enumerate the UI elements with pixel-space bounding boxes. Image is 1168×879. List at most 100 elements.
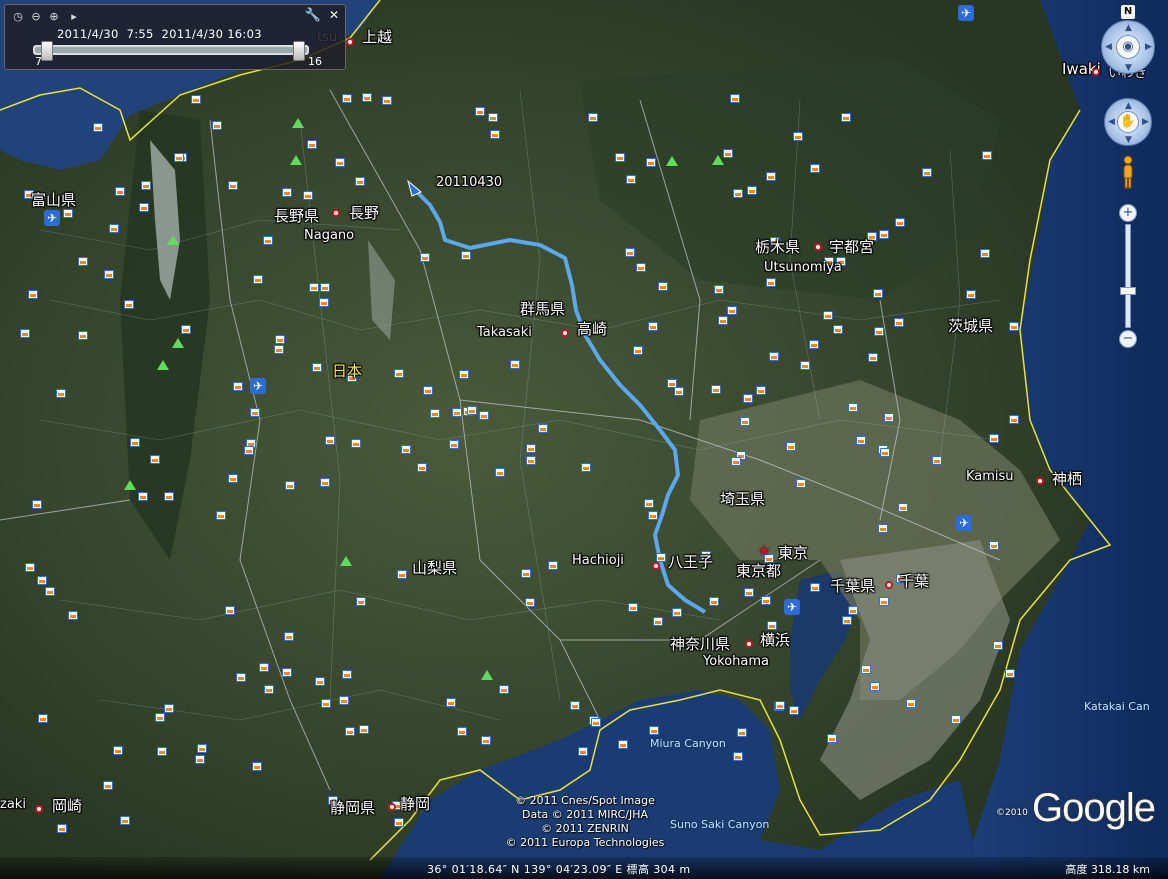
poi-marker-icon[interactable] — [138, 492, 148, 501]
poi-marker-icon[interactable] — [591, 718, 601, 727]
poi-marker-icon[interactable] — [20, 329, 30, 338]
poi-marker-icon[interactable] — [800, 361, 810, 370]
poi-marker-icon[interactable] — [420, 253, 430, 262]
place-hachioji[interactable]: 八王子 — [668, 551, 713, 572]
poi-marker-icon[interactable] — [653, 617, 663, 626]
poi-marker-icon[interactable] — [873, 289, 883, 298]
zoom-in-time-icon[interactable]: ⊕ — [47, 10, 61, 24]
poi-marker-icon[interactable] — [164, 704, 174, 713]
airport-icon[interactable]: ✈ — [784, 599, 800, 615]
poi-marker-icon[interactable] — [479, 411, 489, 420]
poi-marker-icon[interactable] — [228, 474, 238, 483]
poi-marker-icon[interactable] — [714, 285, 724, 294]
poi-marker-icon[interactable] — [37, 576, 47, 585]
poi-marker-icon[interactable] — [766, 172, 776, 181]
place-saitama-ken[interactable]: 埼玉県 — [720, 488, 765, 509]
poi-marker-icon[interactable] — [124, 300, 134, 309]
poi-marker-icon[interactable] — [320, 283, 330, 292]
city-marker[interactable] — [332, 209, 340, 217]
place-tokyo-to[interactable]: 東京都 — [736, 560, 781, 581]
look-control[interactable]: ▲ ▼ ◀ ▶ ◉ — [1101, 20, 1155, 74]
poi-marker-icon[interactable] — [951, 715, 961, 724]
poi-marker-icon[interactable] — [1009, 322, 1019, 331]
zoom-slider-thumb[interactable] — [1120, 287, 1136, 295]
poi-marker-icon[interactable] — [253, 275, 263, 284]
poi-marker-icon[interactable] — [225, 606, 235, 615]
poi-marker-icon[interactable] — [212, 121, 222, 130]
poi-marker-icon[interactable] — [139, 203, 149, 212]
map-viewport[interactable]: ✈ ✈ ✈ ✈ ✈ 20110430 上越 tsu 富山県 長野県 長野 Nag… — [0, 0, 1168, 879]
poi-marker-icon[interactable] — [430, 409, 440, 418]
airport-icon[interactable]: ✈ — [956, 515, 972, 531]
poi-marker-icon[interactable] — [747, 186, 757, 195]
place-utsunomiya-en[interactable]: Utsunomiya — [764, 260, 842, 275]
poi-marker-icon[interactable] — [57, 824, 67, 833]
poi-marker-icon[interactable] — [93, 123, 103, 132]
poi-marker-icon[interactable] — [1009, 415, 1019, 424]
poi-marker-icon[interactable] — [718, 316, 728, 325]
place-chiba-ken[interactable]: 千葉県 — [830, 575, 875, 596]
poi-marker-icon[interactable] — [228, 181, 238, 190]
airport-icon[interactable]: ✈ — [44, 210, 60, 226]
poi-marker-icon[interactable] — [740, 417, 750, 426]
poi-marker-icon[interactable] — [809, 340, 819, 349]
poi-marker-icon[interactable] — [737, 728, 747, 737]
poi-marker-icon[interactable] — [848, 403, 858, 412]
poi-marker-icon[interactable] — [321, 699, 331, 708]
poi-marker-icon[interactable] — [130, 438, 140, 447]
city-marker[interactable] — [652, 562, 660, 570]
poi-marker-icon[interactable] — [793, 132, 803, 141]
poi-marker-icon[interactable] — [394, 818, 404, 827]
place-yokohama[interactable]: 横浜 — [760, 629, 790, 650]
place-yamanashi-ken[interactable]: 山梨県 — [412, 557, 457, 578]
place-shizuoka[interactable]: 静岡 — [400, 793, 430, 814]
place-tokyo[interactable]: 東京 — [778, 542, 808, 563]
time-slider-track[interactable] — [33, 45, 309, 55]
poi-marker-icon[interactable] — [980, 249, 990, 258]
poi-marker-icon[interactable] — [879, 597, 889, 606]
poi-marker-icon[interactable] — [250, 408, 260, 417]
poi-marker-icon[interactable] — [548, 561, 558, 570]
place-okazaki-en[interactable]: zaki — [0, 797, 26, 812]
poi-marker-icon[interactable] — [827, 734, 837, 743]
place-nagano-city[interactable]: 長野 — [349, 202, 379, 223]
poi-marker-icon[interactable] — [449, 440, 459, 449]
place-takasaki[interactable]: 高崎 — [577, 318, 607, 339]
poi-marker-icon[interactable] — [356, 597, 366, 606]
poi-marker-icon[interactable] — [446, 698, 456, 707]
poi-marker-icon[interactable] — [993, 641, 1003, 650]
poi-marker-icon[interactable] — [495, 468, 505, 477]
place-yokohama-en[interactable]: Yokohama — [703, 654, 769, 669]
poi-marker-icon[interactable] — [932, 456, 942, 465]
poi-marker-icon[interactable] — [78, 257, 88, 266]
poi-marker-icon[interactable] — [510, 360, 520, 369]
city-marker[interactable] — [885, 581, 893, 589]
poi-marker-icon[interactable] — [25, 563, 35, 572]
poi-marker-icon[interactable] — [342, 94, 352, 103]
time-slider-start-handle[interactable] — [41, 41, 53, 61]
poi-marker-icon[interactable] — [252, 762, 262, 771]
poi-marker-icon[interactable] — [644, 499, 654, 508]
poi-marker-icon[interactable] — [672, 608, 682, 617]
poi-marker-icon[interactable] — [628, 603, 638, 612]
poi-marker-icon[interactable] — [833, 325, 843, 334]
zoom-out-button[interactable]: − — [1119, 330, 1137, 348]
poi-marker-icon[interactable] — [181, 325, 191, 334]
zoom-in-button[interactable]: + — [1119, 204, 1137, 222]
move-icon[interactable]: ✋ — [1117, 111, 1139, 133]
poi-marker-icon[interactable] — [1005, 669, 1015, 678]
zoom-out-time-icon[interactable]: ⊖ — [29, 10, 43, 24]
city-marker[interactable] — [346, 38, 354, 46]
poi-marker-icon[interactable] — [259, 663, 269, 672]
poi-marker-icon[interactable] — [884, 413, 894, 422]
city-marker[interactable] — [561, 329, 569, 337]
poi-marker-icon[interactable] — [861, 665, 871, 674]
poi-marker-icon[interactable] — [157, 747, 167, 756]
place-ibaraki-ken[interactable]: 茨城県 — [948, 315, 993, 336]
poi-marker-icon[interactable] — [880, 448, 890, 457]
poi-marker-icon[interactable] — [810, 583, 820, 592]
poi-marker-icon[interactable] — [345, 727, 355, 736]
zoom-slider-track[interactable] — [1120, 224, 1136, 328]
poi-marker-icon[interactable] — [401, 445, 411, 454]
poi-marker-icon[interactable] — [789, 706, 799, 715]
